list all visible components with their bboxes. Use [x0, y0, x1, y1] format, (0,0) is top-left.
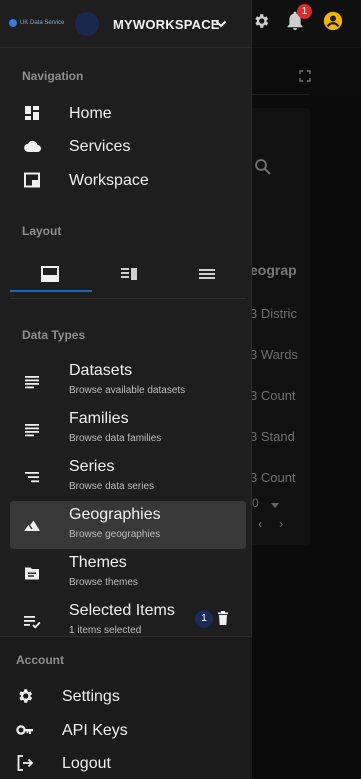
tab-layout-split-panel[interactable] — [89, 257, 166, 293]
workspace-avatar[interactable] — [75, 12, 99, 36]
navigation-drawer: UK Data Service MYWORKSPACE Navigation H… — [0, 0, 252, 779]
data-type-title: Themes — [69, 554, 127, 571]
data-type-title: Families — [69, 410, 129, 427]
data-type-subtitle: Browse data families — [69, 433, 162, 444]
data-type-series[interactable]: Series Browse data series — [10, 453, 246, 501]
notes-icon — [25, 424, 39, 437]
panel-split-icon — [121, 268, 137, 280]
workspace-name[interactable]: MYWORKSPACE — [113, 17, 220, 32]
account-section: Account Settings API Keys Logout — [0, 636, 252, 779]
layout-tabs — [10, 257, 242, 293]
nav-item-home[interactable]: Home — [0, 96, 252, 130]
divider — [10, 298, 246, 299]
dashboard-icon — [25, 106, 39, 120]
nav-item-label: Services — [69, 138, 131, 155]
data-type-subtitle: Browse geographies — [69, 529, 161, 540]
trash-icon[interactable] — [217, 611, 229, 625]
data-type-selected-items[interactable]: Selected Items 1 items selected 1 — [10, 597, 246, 636]
logo-mark-icon — [9, 19, 17, 27]
gear-icon — [19, 689, 33, 703]
data-type-title: Datasets — [69, 362, 133, 379]
gear-icon[interactable] — [252, 12, 270, 30]
tab-selected-indicator — [10, 290, 92, 292]
navigation-section-title: Navigation — [22, 69, 84, 83]
notes-icon — [25, 376, 39, 389]
data-type-geographies[interactable]: Geographies Browse geographies — [10, 501, 246, 549]
selected-count-badge: 1 — [195, 610, 213, 628]
account-circle-icon[interactable] — [323, 11, 343, 31]
chevron-down-icon[interactable] — [215, 19, 227, 29]
sort-lines-icon — [25, 472, 39, 483]
logout-icon — [17, 755, 34, 771]
data-type-families[interactable]: Families Browse data families — [10, 405, 246, 453]
key-icon — [16, 725, 33, 735]
data-type-title: Geographies — [69, 506, 161, 523]
topic-icon — [25, 567, 39, 580]
nav-item-label: Workspace — [69, 172, 149, 189]
data-type-title: Selected Items — [69, 602, 175, 619]
terrain-icon — [24, 520, 40, 531]
data-type-title: Series — [69, 458, 115, 475]
account-item-settings[interactable]: Settings — [0, 679, 252, 713]
data-type-subtitle: Browse available datasets — [69, 385, 186, 396]
panel-bottom-icon — [41, 266, 59, 282]
nav-item-label: Home — [69, 105, 112, 122]
logo-text: UK Data Service — [20, 20, 65, 26]
data-type-subtitle: 1 items selected — [69, 625, 142, 636]
notification-badge: 1 — [297, 4, 312, 19]
layout-section-title: Layout — [22, 224, 62, 238]
drawer-header: UK Data Service MYWORKSPACE — [0, 0, 252, 48]
data-type-datasets[interactable]: Datasets Browse available datasets — [10, 357, 246, 405]
logo[interactable]: UK Data Service — [9, 19, 64, 27]
tab-layout-list[interactable] — [167, 257, 244, 293]
data-type-themes[interactable]: Themes Browse themes — [10, 549, 246, 597]
nav-item-services[interactable]: Services — [0, 129, 252, 163]
nav-item-workspace[interactable]: Workspace — [0, 163, 252, 197]
account-item-label: API Keys — [62, 722, 128, 739]
playlist-check-icon — [24, 616, 41, 629]
account-item-logout[interactable]: Logout — [0, 746, 252, 779]
account-item-label: Settings — [62, 688, 120, 705]
data-types-section-title: Data Types — [22, 328, 86, 342]
data-type-subtitle: Browse data series — [69, 481, 155, 492]
account-section-title: Account — [16, 653, 64, 667]
tab-layout-bottom-panel[interactable] — [10, 257, 87, 293]
account-item-api-keys[interactable]: API Keys — [0, 713, 252, 747]
data-type-subtitle: Browse themes — [69, 577, 138, 588]
cloud-icon — [24, 140, 41, 153]
account-item-label: Logout — [62, 755, 111, 772]
window-icon — [24, 172, 40, 188]
list-rows-icon — [199, 269, 215, 279]
drawer-scrim[interactable] — [252, 0, 361, 779]
